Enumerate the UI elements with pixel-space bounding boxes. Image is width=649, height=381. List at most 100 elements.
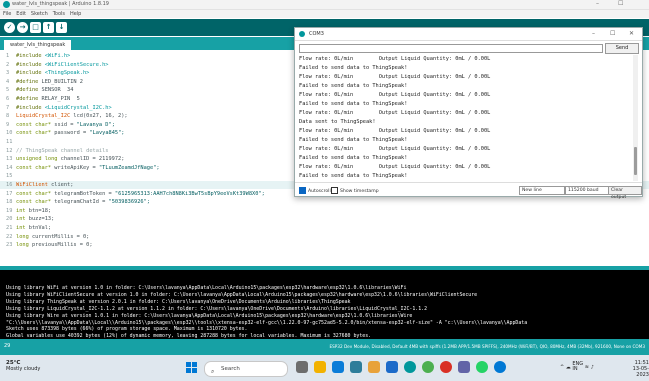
- serial-line: Failed to send data to ThingSpeak!: [299, 137, 408, 143]
- timestamp-label: Show timestamp: [340, 189, 379, 194]
- code-line[interactable]: 23 long previousMillis = 0;: [6, 241, 93, 249]
- serial-scrollbar[interactable]: [633, 55, 638, 181]
- line-number: 1: [6, 53, 10, 59]
- code-token: const char*: [16, 164, 52, 171]
- verify-button[interactable]: ✓: [4, 22, 15, 33]
- tab-sketch[interactable]: water_lvls_thingspeak: [4, 40, 72, 50]
- serial-line: Flow rate: 0L/min Output Liquid Quantity…: [299, 56, 491, 62]
- code-line[interactable]: 18 const char* telegramChatId = "50398369…: [6, 198, 150, 206]
- code-line[interactable]: 13 unsigned long channelID = 2119972;: [6, 155, 124, 163]
- code-line[interactable]: 8 LiquidCrystal_I2C lcd(0x27, 16, 2);: [6, 112, 128, 120]
- code-token: "Lavanya D";: [76, 121, 115, 128]
- mail-icon[interactable]: [368, 361, 380, 373]
- new-sketch-button[interactable]: □: [30, 22, 41, 33]
- chevron-up-icon[interactable]: ^: [560, 365, 564, 371]
- minimize-button[interactable]: –: [596, 0, 599, 7]
- maximize-button[interactable]: ☐: [618, 0, 623, 7]
- volume-icon[interactable]: ♪: [591, 365, 594, 371]
- arduino-taskbar-icon[interactable]: [404, 361, 416, 373]
- store-icon[interactable]: [350, 361, 362, 373]
- teams-icon[interactable]: [458, 361, 470, 373]
- code-line[interactable]: 21 int btnVal;: [6, 224, 51, 232]
- windows-start-icon[interactable]: [186, 362, 198, 374]
- baud-rate-select[interactable]: 115200 baud: [565, 186, 609, 195]
- line-ending-select[interactable]: New line: [519, 186, 565, 195]
- whatsapp-icon[interactable]: [476, 361, 488, 373]
- code-line[interactable]: 3 #include <ThingSpeak.h>: [6, 69, 89, 77]
- code-token: client;: [47, 182, 74, 188]
- code-token: const char*: [16, 130, 52, 137]
- code-line[interactable]: 2 #include <WiFiClientSecure.h>: [6, 61, 108, 69]
- line-number: 4: [6, 78, 10, 85]
- code-token: LED_BUILTIN 2: [41, 78, 83, 85]
- browser-icon[interactable]: [440, 361, 452, 373]
- taskbar-search[interactable]: ⌕ Search: [204, 361, 288, 377]
- autoscroll-checkbox[interactable]: Autoscroll: [299, 187, 331, 194]
- code-token: <LiquidCrystal_I2C.h>: [44, 104, 112, 111]
- line-number: 7: [6, 104, 10, 111]
- clear-output-button[interactable]: Clear output: [608, 186, 642, 200]
- serial-maximize-button[interactable]: ☐: [610, 30, 615, 37]
- serial-line: Flow rate: 0L/min Output Liquid Quantity…: [299, 146, 491, 152]
- code-token: "TLuumZeamdJfNage";: [98, 164, 160, 171]
- weather-widget[interactable]: 25°C Mostly cloudy: [6, 360, 40, 372]
- open-button[interactable]: ↑: [43, 22, 54, 33]
- serial-minimize-button[interactable]: –: [592, 30, 595, 37]
- app-icon[interactable]: [494, 361, 506, 373]
- checkbox-checked-icon: [299, 187, 306, 194]
- app-icon[interactable]: [386, 361, 398, 373]
- serial-close-button[interactable]: ✕: [629, 30, 634, 37]
- line-number: 12: [6, 147, 13, 154]
- send-button[interactable]: Send: [605, 43, 639, 54]
- code-line[interactable]: 20 int buzz=13;: [6, 215, 54, 223]
- timestamp-checkbox[interactable]: Show timestamp: [331, 187, 379, 194]
- code-line[interactable]: 9 const char* ssid = "Lavanya D";: [6, 121, 115, 129]
- code-line[interactable]: 16 WiFiClient client;: [6, 181, 73, 189]
- code-line[interactable]: 10 const char* password = "Lavya845";: [6, 129, 124, 137]
- code-line[interactable]: 6 #define RELAY_PIN 5: [6, 95, 80, 103]
- code-line[interactable]: 5 #define SENSOR 34: [6, 86, 73, 94]
- menu-bar: File Edit Sketch Tools Help: [0, 10, 649, 18]
- menu-tools[interactable]: Tools: [53, 11, 65, 17]
- code-token: #include: [16, 104, 45, 111]
- menu-sketch[interactable]: Sketch: [31, 11, 48, 17]
- code-token: LiquidCrystal_I2C: [16, 113, 71, 120]
- serial-line: Flow rate: 0L/min Output Liquid Quantity…: [299, 110, 491, 116]
- menu-edit[interactable]: Edit: [16, 11, 26, 17]
- code-token: int: [16, 216, 26, 223]
- code-line[interactable]: 12// ThingSpeak channel details: [6, 147, 108, 155]
- code-line[interactable]: 15: [6, 172, 16, 180]
- task-view-icon[interactable]: [296, 361, 308, 373]
- line-number: 23: [6, 242, 13, 249]
- upload-button[interactable]: →: [17, 22, 28, 33]
- menu-help[interactable]: Help: [70, 11, 81, 17]
- serial-scrollbar-thumb[interactable]: [634, 147, 637, 175]
- weather-condition: Mostly cloudy: [6, 366, 41, 372]
- chrome-icon[interactable]: [422, 361, 434, 373]
- compiler-console: Using library WiFi at version 1.0 in fol…: [0, 270, 649, 339]
- code-line[interactable]: 19 int btn=18;: [6, 207, 51, 215]
- file-explorer-icon[interactable]: [314, 361, 326, 373]
- system-tray[interactable]: ^ ☁ ENG IN ≋ ♪: [560, 362, 594, 372]
- clock[interactable]: 11:51 13-05-2023: [620, 360, 649, 378]
- code-token: "Lavya845";: [89, 130, 125, 137]
- serial-input-field[interactable]: [299, 44, 603, 53]
- serial-monitor-window: COM3 – ☐ ✕ Send Flow rate: 0L/min Output…: [294, 27, 643, 200]
- menu-file[interactable]: File: [3, 11, 11, 17]
- code-token: unsigned long: [16, 156, 58, 163]
- code-line[interactable]: 17 const char* telegramBotToken = "612596…: [6, 190, 265, 198]
- code-line[interactable]: 7 #include <LiquidCrystal_I2C.h>: [6, 104, 112, 112]
- save-button[interactable]: ↓: [56, 22, 67, 33]
- code-line[interactable]: 1 #include <WiFi.h>: [6, 52, 70, 60]
- code-line[interactable]: 11: [6, 138, 16, 146]
- clock-date: 13-05-2023: [632, 366, 649, 378]
- code-line[interactable]: 22 long currentMillis = 0;: [6, 233, 89, 241]
- search-icon: ⌕: [211, 368, 215, 375]
- line-number: 16: [6, 182, 13, 188]
- wifi-icon[interactable]: ≋: [585, 365, 589, 371]
- code-line[interactable]: 4 #define LED_BUILTIN 2: [6, 78, 83, 86]
- code-line[interactable]: 14 const char* writeApiKey = "TLuumZeamdJ…: [6, 164, 160, 172]
- edge-browser-icon[interactable]: [332, 361, 344, 373]
- code-token: int: [16, 225, 26, 231]
- board-info: ESP32 Dev Module, Disabled, Default 4MB …: [329, 344, 645, 349]
